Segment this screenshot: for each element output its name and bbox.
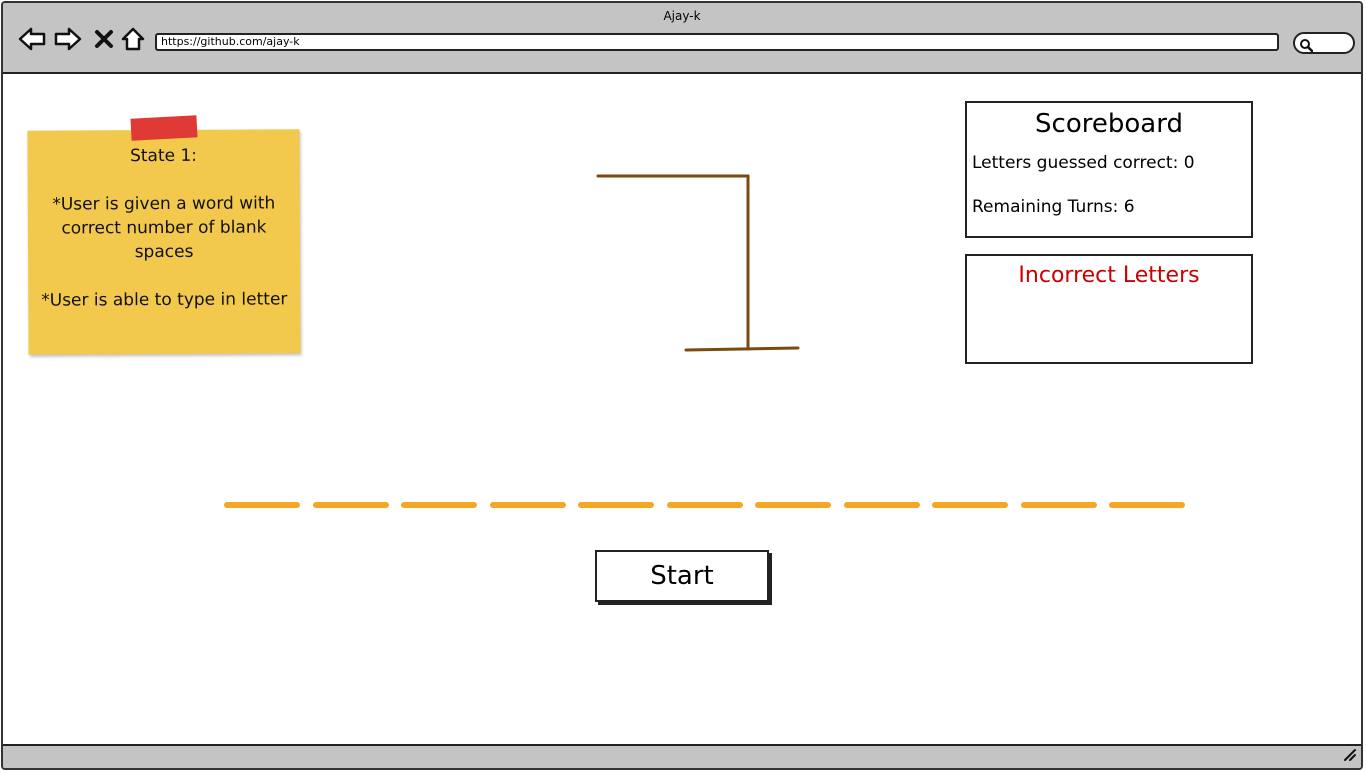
note-line: *User is given a word with correct numbe… — [52, 193, 276, 263]
letter-blank — [489, 502, 566, 508]
gallows-base — [684, 346, 800, 352]
resize-grip-icon[interactable] — [1341, 746, 1357, 766]
remaining-turns-count: Remaining Turns: 6 — [972, 197, 1135, 217]
sticky-note-text: State 1: *User is given a word with corr… — [35, 143, 292, 312]
forward-icon[interactable] — [53, 24, 83, 54]
scoreboard-title: Scoreboard — [1035, 109, 1183, 139]
word-blanks — [224, 502, 1186, 510]
letter-blank — [1020, 502, 1097, 508]
search-icon — [1299, 37, 1314, 56]
incorrect-letters-panel: Incorrect Letters — [965, 254, 1253, 364]
note-line: *User is able to type in letter — [41, 289, 288, 311]
letter-blank — [755, 502, 831, 508]
tape-strip — [130, 115, 198, 141]
letter-blank — [401, 502, 477, 508]
letters-correct-count: Letters guessed correct: 0 — [972, 153, 1195, 173]
letter-blank — [843, 502, 920, 508]
letter-blank — [578, 502, 654, 508]
search-field[interactable] — [1293, 32, 1355, 54]
incorrect-letters-title: Incorrect Letters — [1018, 263, 1200, 288]
letter-blank — [224, 502, 300, 508]
gallows-drawing — [596, 174, 800, 352]
status-bar — [3, 744, 1361, 768]
url-bar[interactable]: https://github.com/ajay-k — [155, 33, 1279, 51]
letter-blank — [932, 502, 1008, 508]
note-heading: State 1: — [130, 145, 198, 167]
letter-blank — [312, 502, 389, 508]
browser-titlebar: Ajay-k https://github.com/ajay-k — [3, 3, 1361, 74]
letter-blank — [1109, 502, 1185, 508]
home-icon[interactable] — [118, 24, 148, 54]
scoreboard-panel: Scoreboard Letters guessed correct: 0 Re… — [965, 101, 1253, 238]
back-icon[interactable] — [17, 24, 47, 54]
sticky-note: State 1: *User is given a word with corr… — [27, 129, 301, 355]
letter-blank — [666, 502, 743, 508]
start-button[interactable]: Start — [595, 550, 769, 602]
close-icon[interactable] — [89, 24, 119, 54]
window-title: Ajay-k — [663, 9, 701, 23]
